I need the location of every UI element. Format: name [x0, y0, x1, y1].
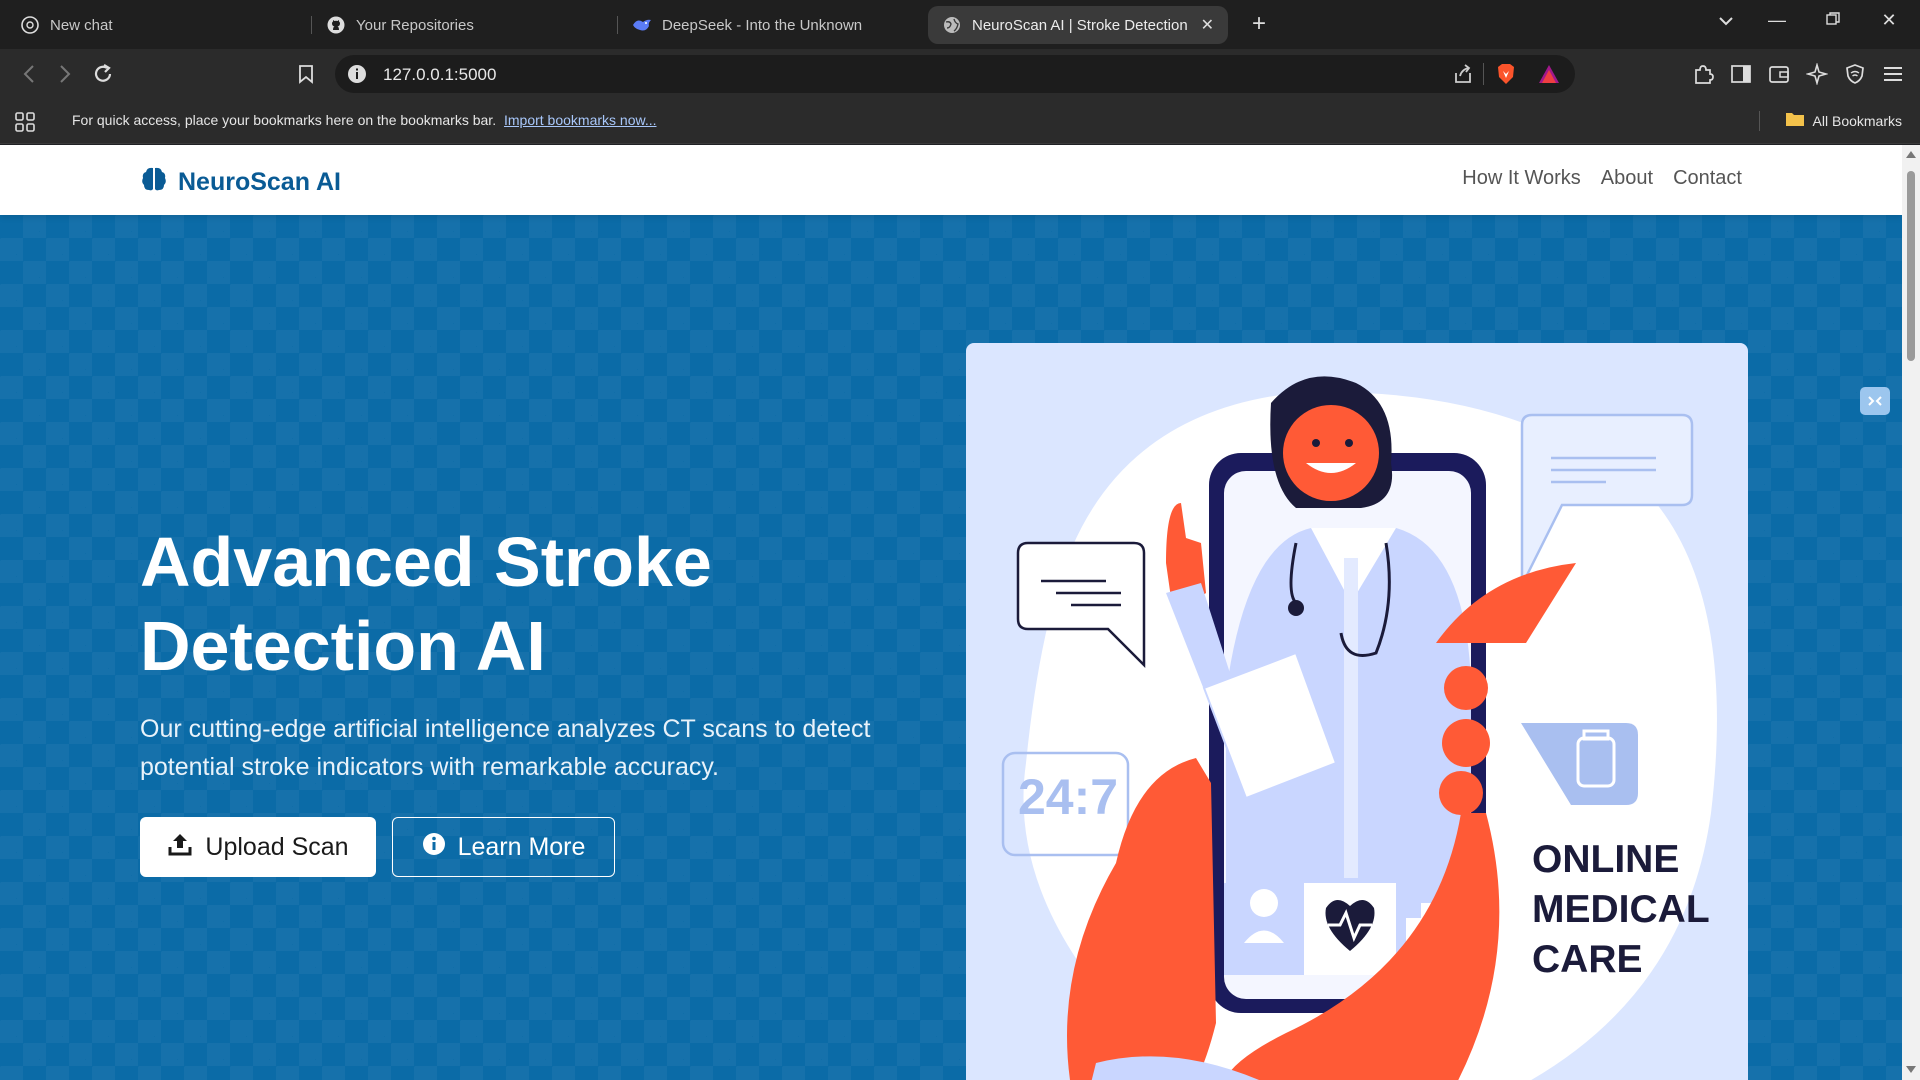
nav-how-it-works[interactable]: How It Works — [1462, 167, 1581, 190]
availability-badge: 24:7 — [1018, 769, 1119, 825]
brand-name: NeuroScan AI — [178, 168, 342, 196]
forward-button[interactable] — [50, 59, 80, 89]
upload-scan-label: Upload Scan — [205, 832, 349, 861]
floating-extension-widget[interactable] — [1860, 387, 1890, 415]
leo-ai-icon[interactable] — [1804, 61, 1830, 87]
hero-title: Advanced Stroke Detection AI — [140, 523, 712, 685]
github-icon — [326, 15, 346, 35]
close-window-button[interactable]: ✕ — [1874, 10, 1904, 31]
page-scrollbar[interactable] — [1902, 145, 1920, 1080]
caption-line: CARE — [1532, 938, 1643, 981]
online-medical-care-caption: ONLINE MEDICAL CARE — [1532, 835, 1710, 985]
sidebar-icon[interactable] — [1728, 61, 1754, 87]
tab-strip: New chat Your Repositories DeepSeek - In… — [0, 0, 1920, 49]
reload-button[interactable] — [88, 59, 118, 89]
upload-icon — [167, 831, 193, 864]
tab-your-repositories[interactable]: Your Repositories — [312, 6, 617, 44]
deepseek-icon — [632, 15, 652, 35]
omnibox-divider — [1483, 63, 1484, 85]
minimize-button[interactable]: — — [1762, 10, 1792, 31]
site-nav-links: How It Works About Contact — [1462, 167, 1742, 190]
vpn-shield-icon[interactable] — [1842, 61, 1868, 87]
scroll-up-arrow-icon[interactable] — [1906, 151, 1916, 158]
wallet-icon[interactable] — [1766, 61, 1792, 87]
brave-shields-icon[interactable] — [1495, 62, 1517, 91]
browser-toolbar: 127.0.0.1:5000 — [0, 49, 1920, 99]
learn-more-label: Learn More — [457, 832, 586, 861]
extensions-icon[interactable] — [1690, 61, 1716, 87]
all-bookmarks-label: All Bookmarks — [1812, 112, 1902, 129]
url-text: 127.0.0.1:5000 — [383, 65, 497, 84]
site-brand[interactable]: NeuroScan AI — [140, 165, 341, 200]
tab-deepseek[interactable]: DeepSeek - Into the Unknown — [618, 6, 923, 44]
site-info-icon[interactable] — [347, 64, 367, 84]
bookmarks-divider — [1759, 111, 1760, 131]
bookmark-icon[interactable] — [291, 59, 321, 89]
tab-new-chat[interactable]: New chat — [6, 6, 311, 44]
brain-icon — [140, 165, 168, 200]
site-navbar: NeuroScan AI How It Works About Contact — [0, 145, 1902, 215]
import-bookmarks-link[interactable]: Import bookmarks now... — [504, 112, 657, 128]
medical-illustration: 24:7 ONLINE MEDICAL CARE — [966, 343, 1748, 1080]
tab-label: New chat — [50, 16, 113, 34]
caption-line: MEDICAL — [1532, 888, 1710, 931]
tab-search-chevron-icon[interactable] — [1711, 10, 1741, 31]
caption-line: ONLINE — [1532, 838, 1680, 881]
menu-icon[interactable] — [1880, 61, 1906, 87]
hero-section: Advanced Stroke Detection AI Our cutting… — [0, 215, 1902, 1080]
tab-label: NeuroScan AI | Stroke Detection — [972, 16, 1187, 34]
info-icon — [422, 832, 446, 863]
restore-button[interactable] — [1818, 10, 1848, 31]
upload-scan-button[interactable]: Upload Scan — [140, 817, 376, 877]
brave-rewards-icon[interactable] — [1538, 64, 1560, 89]
tab-neuroscan[interactable]: NeuroScan AI | Stroke Detection ✕ — [928, 6, 1228, 44]
tab-label: DeepSeek - Into the Unknown — [662, 16, 863, 34]
share-icon[interactable] — [1452, 63, 1474, 90]
folder-icon — [1785, 111, 1805, 130]
scrollbar-thumb[interactable] — [1907, 171, 1915, 361]
all-bookmarks-button[interactable]: All Bookmarks — [1785, 111, 1902, 130]
new-tab-button[interactable]: + — [1245, 10, 1273, 38]
nav-about[interactable]: About — [1601, 167, 1653, 190]
tab-label: Your Repositories — [356, 16, 474, 34]
bookmarks-prompt: For quick access, place your bookmarks h… — [72, 112, 657, 128]
globe-icon — [942, 15, 962, 35]
learn-more-button[interactable]: Learn More — [392, 817, 615, 877]
bookmarks-bar: For quick access, place your bookmarks h… — [0, 99, 1920, 144]
page-viewport: NeuroScan AI How It Works About Contact … — [0, 145, 1902, 1080]
scroll-down-arrow-icon[interactable] — [1906, 1066, 1916, 1073]
chatgpt-icon — [20, 15, 40, 35]
bookmarks-prompt-text: For quick access, place your bookmarks h… — [72, 112, 497, 128]
back-button[interactable] — [14, 59, 44, 89]
close-tab-icon[interactable]: ✕ — [1201, 15, 1214, 35]
nav-contact[interactable]: Contact — [1673, 167, 1742, 190]
address-bar[interactable]: 127.0.0.1:5000 — [335, 55, 1575, 93]
apps-grid-icon[interactable] — [14, 111, 36, 136]
hero-subtitle: Our cutting-edge artificial intelligence… — [140, 715, 871, 781]
